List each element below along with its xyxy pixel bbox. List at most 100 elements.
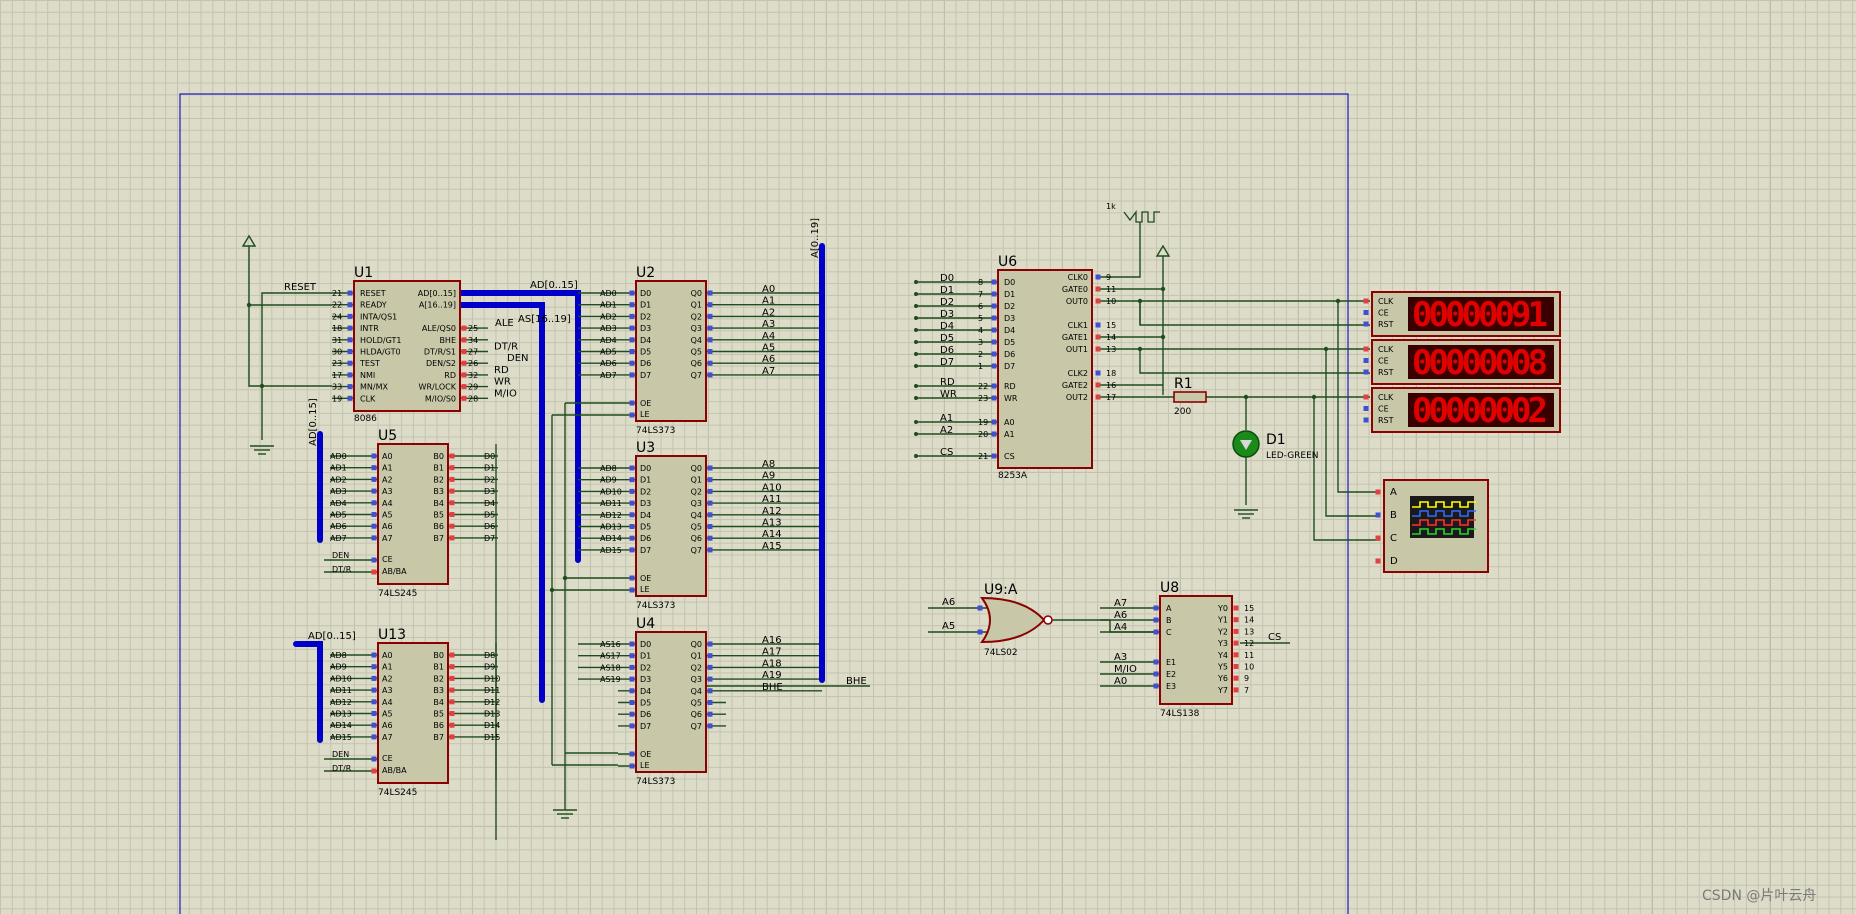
clock-generator[interactable] [1123,210,1160,223]
pin-marker[interactable] [371,512,377,517]
pin-marker[interactable] [707,372,713,378]
pin-marker[interactable] [1153,605,1159,611]
pin-marker[interactable] [1375,512,1381,518]
pin-marker[interactable] [629,676,635,682]
pin-marker[interactable] [1375,558,1381,564]
terminal[interactable] [914,352,918,356]
pin-marker[interactable] [629,700,635,705]
pin-marker[interactable] [461,325,467,331]
pin-marker[interactable] [629,290,635,296]
pin-marker[interactable] [629,641,635,647]
pin-marker[interactable] [371,476,377,482]
pin-marker[interactable] [1233,652,1239,658]
pin-marker[interactable] [629,575,635,581]
pin-marker[interactable] [371,535,377,541]
wire[interactable] [1139,301,1370,326]
pin-marker[interactable] [371,523,377,529]
pin-marker[interactable] [991,327,997,333]
pin-marker[interactable] [1363,321,1369,327]
pin-marker[interactable] [461,384,467,390]
pin-marker[interactable] [1233,628,1239,634]
terminal[interactable] [914,454,918,458]
pin-marker[interactable] [1095,298,1101,304]
pin-marker[interactable] [449,512,455,517]
pin-marker[interactable] [461,349,467,354]
pin-marker[interactable] [629,535,635,541]
wire[interactable] [1052,619,1160,633]
terminal[interactable] [914,292,918,296]
pin-marker[interactable] [991,431,997,437]
nor-gate[interactable] [980,596,1046,644]
pin-marker[interactable] [629,711,635,717]
pin-marker[interactable] [1363,417,1369,423]
pin-marker[interactable] [371,675,377,681]
pin-marker[interactable] [347,325,353,331]
pin-marker[interactable] [1153,629,1159,635]
pin-marker[interactable] [707,488,713,494]
pin-marker[interactable] [449,535,455,541]
pin-marker[interactable] [707,664,713,670]
pin-marker[interactable] [991,351,997,357]
pin-marker[interactable] [449,675,455,681]
pin-marker[interactable] [449,488,455,494]
pin-marker[interactable] [629,751,635,757]
pin-marker[interactable] [371,711,377,716]
junction-dot[interactable] [1160,286,1166,292]
wire[interactable] [261,292,332,440]
pin-marker[interactable] [707,290,713,296]
pin-marker[interactable] [707,313,713,319]
pin-marker[interactable] [1095,370,1101,376]
pin-marker[interactable] [449,476,455,482]
pin-marker[interactable] [1363,358,1369,363]
pin-marker[interactable] [371,500,377,506]
pin-marker[interactable] [707,547,713,553]
pin-marker[interactable] [461,372,467,378]
pin-marker[interactable] [991,419,997,425]
pin-marker[interactable] [371,768,377,774]
pin-marker[interactable] [707,465,713,471]
pin-marker[interactable] [1375,489,1381,495]
pin-marker[interactable] [629,763,635,769]
pin-marker[interactable] [629,349,635,354]
terminal[interactable] [914,420,918,424]
pin-marker[interactable] [629,360,635,366]
pin-marker[interactable] [347,302,353,308]
pin-marker[interactable] [449,711,455,716]
pin-marker[interactable] [629,653,635,659]
pin-marker[interactable] [707,302,713,308]
pin-marker[interactable] [1233,617,1239,623]
pin-marker[interactable] [991,291,997,297]
pin-marker[interactable] [991,315,997,321]
pin-marker[interactable] [1233,640,1239,646]
pin-marker[interactable] [461,337,467,343]
junction-dot[interactable] [1323,346,1329,352]
pin-marker[interactable] [707,653,713,659]
pin-marker[interactable] [1095,382,1101,388]
pin-marker[interactable] [371,465,377,471]
wire[interactable] [1313,397,1380,541]
pin-marker[interactable] [461,395,467,401]
pin-marker[interactable] [371,722,377,728]
pin-marker[interactable] [371,557,377,563]
pin-marker[interactable] [707,524,713,529]
pin-marker[interactable] [991,363,997,369]
pin-marker[interactable] [371,664,377,670]
pin-marker[interactable] [629,325,635,331]
pin-marker[interactable] [707,688,713,694]
power-symbol[interactable] [241,234,257,247]
pin-marker[interactable] [707,500,713,506]
pin-marker[interactable] [707,325,713,331]
pin-marker[interactable] [371,569,377,575]
pin-marker[interactable] [1363,369,1369,375]
junction-dot[interactable] [1137,298,1143,304]
pin-marker[interactable] [991,303,997,309]
terminal[interactable] [914,316,918,320]
terminal[interactable] [914,340,918,344]
pin-marker[interactable] [1153,683,1159,689]
schematic-canvas[interactable]: U1 8086 RESET 21 READY 22 INTA/QS1 24 INTR 18 HOLD… [0,0,1856,914]
pin-marker[interactable] [371,488,377,494]
resistor-r1[interactable] [1173,391,1207,403]
pin-marker[interactable] [449,687,455,693]
pin-marker[interactable] [991,339,997,345]
pin-marker[interactable] [449,699,455,705]
